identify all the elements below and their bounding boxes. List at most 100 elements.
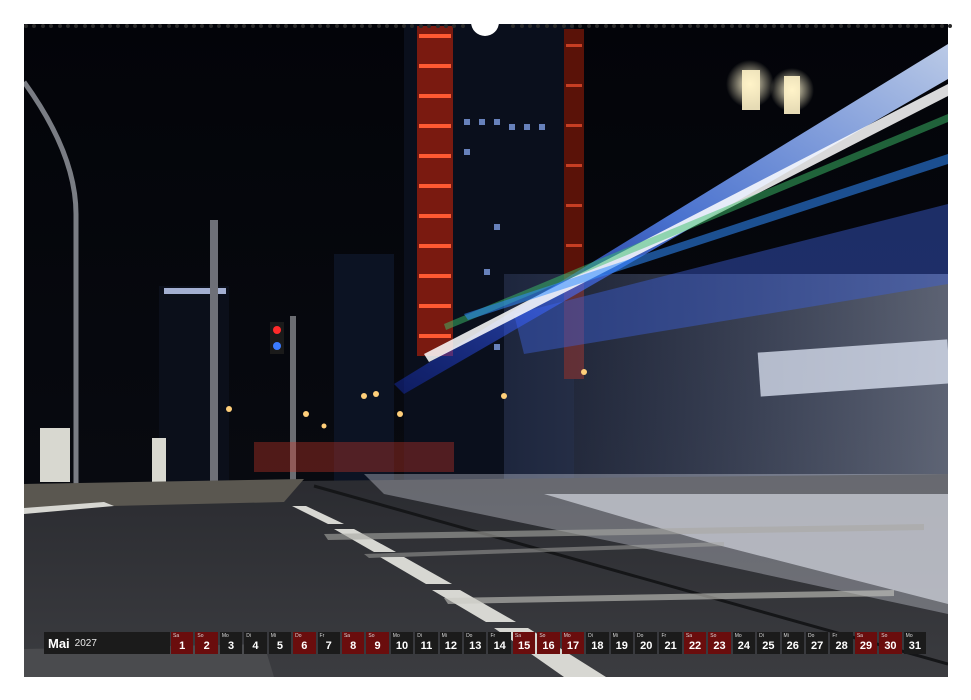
day-number: 24 xyxy=(737,640,751,652)
binding-hole xyxy=(292,24,297,28)
weekday-label: Do xyxy=(807,633,815,639)
day-number: 3 xyxy=(227,640,235,652)
binding-hole xyxy=(351,24,356,28)
day-cell: Do 6 xyxy=(293,632,316,654)
day-number: 31 xyxy=(908,640,921,652)
day-number: 21 xyxy=(664,640,677,652)
day-cell: Mi 12 xyxy=(439,632,463,654)
binding-hole xyxy=(771,24,776,28)
binding-hole xyxy=(24,24,28,28)
binding-hole xyxy=(889,24,894,28)
day-number: 13 xyxy=(469,640,482,652)
binding-hole xyxy=(360,24,364,28)
binding-hole xyxy=(922,24,927,28)
binding-hole xyxy=(200,24,205,28)
binding-hole xyxy=(561,24,566,28)
binding-hole xyxy=(158,24,163,28)
day-number: 30 xyxy=(884,640,897,652)
weekday-label: Fr xyxy=(319,633,325,639)
day-cell: So 9 xyxy=(366,632,389,654)
binding-hole xyxy=(108,24,112,28)
binding-hole xyxy=(410,24,415,28)
weekday-label: Mo xyxy=(905,633,913,639)
binding-hole xyxy=(536,24,541,28)
binding-hole xyxy=(712,24,717,28)
calendar-bar: Mai 2027 Sa 1 So 2 Mo 3 Di 4 Mi 5 Do 6 Fr 7 Sa 8 So 9 Mo 10… xyxy=(44,632,927,654)
binding-hole xyxy=(141,24,146,28)
day-cell: Sa 22 xyxy=(683,632,707,654)
binding-hole xyxy=(805,24,810,28)
binding-hole xyxy=(334,24,339,28)
binding-hole xyxy=(318,24,322,28)
binding-hole xyxy=(99,24,104,28)
binding-hole xyxy=(628,24,633,28)
binding-hole xyxy=(897,24,902,28)
day-number: 18 xyxy=(591,640,604,652)
weekday-label: So xyxy=(710,633,717,639)
day-cell: Di 25 xyxy=(757,632,780,654)
binding-hole xyxy=(570,24,574,28)
day-cell: Di 18 xyxy=(586,632,609,654)
year-label: 2027 xyxy=(74,637,97,649)
weekday-label: Sa xyxy=(514,633,522,639)
binding-hole xyxy=(796,24,801,28)
day-strip: Sa 1 So 2 Mo 3 Di 4 Mi 5 Do 6 Fr 7 Sa 8 So 9 Mo 10 Di 11 Mi 12 D… xyxy=(171,632,927,654)
binding-hole xyxy=(259,24,264,28)
binding-hole xyxy=(528,24,532,28)
day-number: 25 xyxy=(762,640,775,652)
binding-hole xyxy=(595,24,600,28)
day-number: 1 xyxy=(179,640,186,652)
binding-hole xyxy=(553,24,558,28)
binding-hole xyxy=(284,24,289,28)
binding-hole xyxy=(906,24,910,28)
day-number: 11 xyxy=(420,640,433,652)
day-cell: So 16 xyxy=(537,632,560,654)
weekday-label: Do xyxy=(295,633,302,639)
day-cell: Mi 5 xyxy=(268,632,292,654)
binding-hole xyxy=(49,24,54,28)
day-cell: Fr 14 xyxy=(488,632,511,654)
weekday-label: Fr xyxy=(661,633,667,639)
day-number: 10 xyxy=(395,640,409,652)
binding-hole xyxy=(133,24,138,28)
day-number: 22 xyxy=(688,640,702,652)
day-number: 4 xyxy=(252,640,259,652)
binding-hole xyxy=(376,24,381,28)
binding-hole xyxy=(427,24,432,28)
binding-hole xyxy=(780,24,784,28)
weekday-label: Do xyxy=(637,633,644,639)
month-label: Mai 2027 xyxy=(44,632,170,654)
binding-hole xyxy=(276,24,280,28)
month-name: Mai xyxy=(48,635,70,651)
binding-hole xyxy=(326,24,331,28)
binding-hole xyxy=(855,24,860,28)
day-cell: Do 20 xyxy=(635,632,658,654)
day-number: 20 xyxy=(640,640,653,652)
weekday-label: Di xyxy=(246,633,251,639)
binding-hole xyxy=(309,24,314,28)
day-number: 9 xyxy=(374,640,381,652)
binding-hole xyxy=(74,24,79,28)
weekday-label: So xyxy=(539,633,546,639)
binding-hole xyxy=(301,24,306,28)
binding-hole xyxy=(696,24,700,28)
day-cell: Mo 24 xyxy=(732,632,756,654)
night-street-scene xyxy=(24,24,948,677)
binding-hole xyxy=(704,24,709,28)
binding-hole xyxy=(687,24,692,28)
day-cell: Mo 31 xyxy=(903,632,927,654)
binding-hole xyxy=(402,24,406,28)
binding-hole xyxy=(192,24,196,28)
weekday-label: So xyxy=(881,633,888,639)
day-cell: Sa 1 xyxy=(171,632,194,654)
binding-hole xyxy=(578,24,583,28)
weekday-label: Di xyxy=(417,633,422,639)
weekday-label: So xyxy=(197,633,204,639)
binding-hole xyxy=(267,24,272,28)
binding-hole xyxy=(242,24,247,28)
binding-hole xyxy=(729,24,734,28)
day-number: 27 xyxy=(811,640,824,652)
binding-hole xyxy=(948,24,952,28)
binding-hole xyxy=(864,24,868,28)
day-cell: Di 11 xyxy=(415,632,438,654)
